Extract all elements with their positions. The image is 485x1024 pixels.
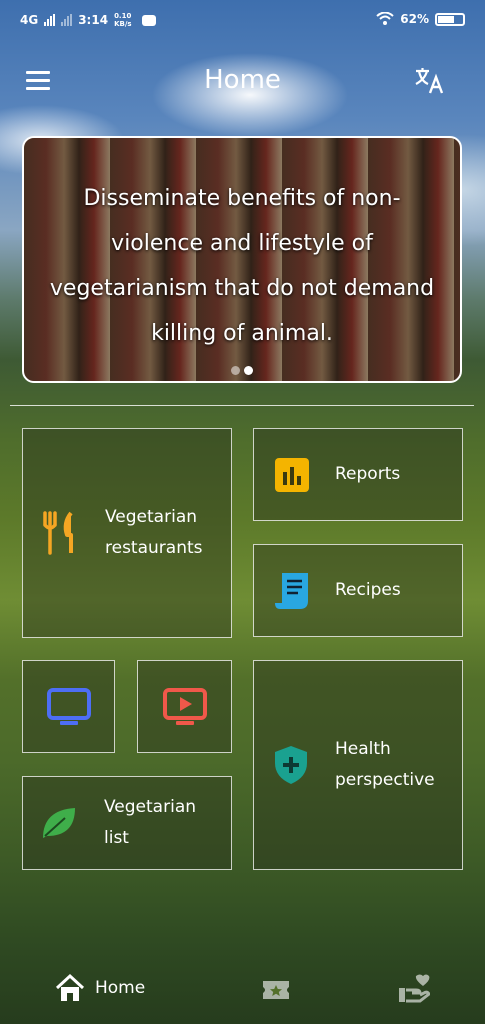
- wifi-icon: [376, 12, 394, 25]
- youtube-notification-icon: [142, 14, 157, 26]
- translate-icon[interactable]: [413, 65, 445, 97]
- app-bar: Home: [0, 55, 485, 110]
- nav-events[interactable]: [262, 978, 290, 1002]
- banner-line-4: killing of animal.: [151, 321, 333, 346]
- bar-chart-icon: [275, 457, 309, 492]
- tile-label-line: Health: [335, 739, 391, 759]
- hand-heart-icon: [399, 974, 430, 1003]
- receipt-icon: [275, 572, 308, 609]
- bottom-navigation: Home: [0, 958, 485, 1024]
- video-play-icon: [162, 687, 207, 725]
- carousel-dot-1[interactable]: [231, 366, 240, 375]
- banner-text: Disseminate benefits of non- violence an…: [34, 176, 450, 356]
- tv-icon: [46, 687, 91, 725]
- tile-label-line: Vegetarian: [104, 797, 197, 817]
- tile-label-line: list: [104, 828, 129, 848]
- nav-home[interactable]: Home: [55, 973, 145, 1003]
- home-icon: [55, 973, 85, 1001]
- shield-plus-icon: [275, 746, 307, 784]
- tv-tile[interactable]: [22, 660, 115, 753]
- clock: 3:14: [78, 13, 109, 27]
- tile-label-line: perspective: [335, 770, 435, 790]
- battery-icon: [435, 12, 465, 26]
- fork-knife-icon: [43, 511, 73, 555]
- ticket-icon: [263, 981, 289, 999]
- signal-icon-2: [61, 14, 73, 26]
- leaf-icon: [43, 808, 75, 838]
- carousel-indicator: [24, 366, 460, 375]
- status-bar: 4G 3:14 0.10 KB/s 62%: [0, 0, 485, 40]
- recipes-label: Recipes: [335, 580, 401, 600]
- video-tile[interactable]: [137, 660, 232, 753]
- tile-label-line: Vegetarian: [105, 507, 198, 527]
- banner-line-1: Disseminate benefits of non-: [83, 186, 401, 211]
- banner-line-3: vegetarianism that do not demand: [49, 276, 435, 301]
- nav-donate[interactable]: [398, 974, 430, 1004]
- banner-line-2: violence and lifestyle of: [111, 231, 373, 256]
- network-speed: 0.10 KB/s: [114, 12, 132, 28]
- vegetarian-list-label: Vegetarian list: [104, 792, 196, 854]
- divider: [10, 405, 474, 406]
- vegetarian-list-tile[interactable]: Vegetarian list: [22, 776, 232, 870]
- battery-percent: 62%: [400, 12, 429, 26]
- tile-label-line: restaurants: [105, 538, 203, 558]
- signal-icon: [44, 14, 56, 26]
- health-perspective-label: Health perspective: [335, 734, 435, 796]
- vegetarian-restaurants-tile[interactable]: Vegetarian restaurants: [22, 428, 232, 638]
- nav-home-label: Home: [95, 978, 146, 998]
- vegetarian-restaurants-label: Vegetarian restaurants: [105, 502, 203, 564]
- reports-label: Reports: [335, 464, 401, 484]
- health-perspective-tile[interactable]: Health perspective: [253, 660, 463, 870]
- reports-tile[interactable]: Reports: [253, 428, 463, 521]
- recipes-tile[interactable]: Recipes: [253, 544, 463, 637]
- carousel-dot-2[interactable]: [244, 366, 253, 375]
- banner-carousel[interactable]: Disseminate benefits of non- violence an…: [22, 136, 462, 383]
- network-type: 4G: [20, 13, 39, 27]
